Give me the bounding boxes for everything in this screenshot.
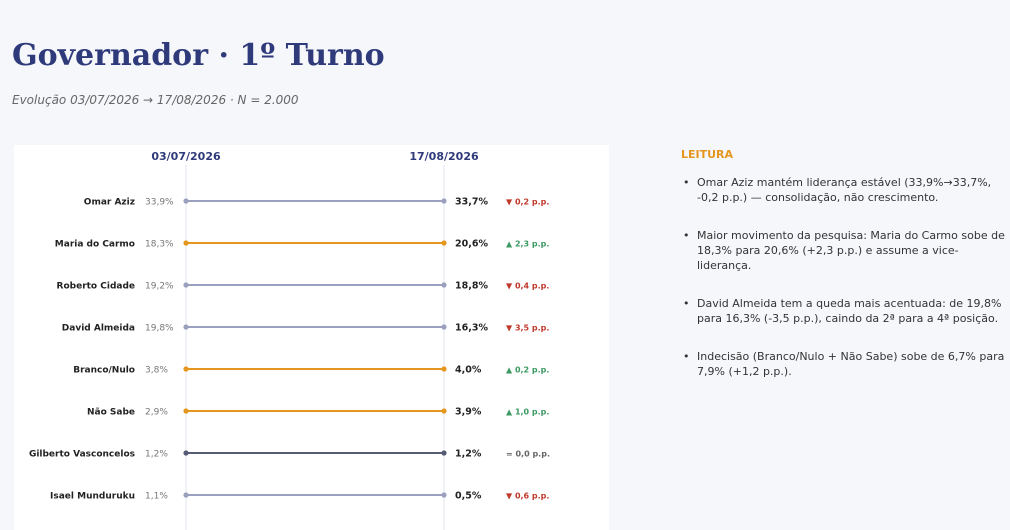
start-value-label: 1,2% [145,450,168,460]
start-point [183,408,189,414]
candidate-label: Maria do Carmo [55,240,135,250]
candidate-label: Branco/Nulo [73,366,135,376]
note-item: Omar Aziz mantém liderança estável (33,9… [681,175,1006,205]
candidate-label: David Almeida [62,324,135,334]
end-point [441,198,447,204]
note-item: Indecisão (Branco/Nulo + Não Sabe) sobe … [681,349,1006,379]
start-point [183,366,189,372]
end-value-label: 1,2% [455,449,482,460]
candidate-label: Roberto Cidade [57,282,135,292]
delta-label: ▼ 3,5 p.p. [506,324,549,333]
start-value-label: 19,8% [145,324,174,334]
end-value-label: 18,8% [455,281,488,292]
end-value-label: 3,9% [455,407,482,418]
end-value-label: 20,6% [455,239,488,250]
delta-label: ▲ 2,3 p.p. [506,240,549,249]
note-item: David Almeida tem a queda mais acentuada… [681,296,1006,326]
candidate-label: Gilberto Vasconcelos [29,450,135,460]
delta-label: ▲ 0,2 p.p. [506,366,549,375]
slope-chart: 03/07/2026 17/08/2026 Omar Aziz 33,9% 33,7% ▼… [29,150,550,530]
start-value-label: 2,9% [145,408,168,418]
delta-label: = 0,0 p.p. [506,450,550,459]
start-point [183,282,189,288]
end-value-label: 0,5% [455,491,482,502]
end-value-label: 33,7% [455,197,488,208]
notes-heading: LEITURA [681,148,734,161]
end-point [441,450,447,456]
start-point [183,492,189,498]
page-subtitle: Evolução 03/07/2026 → 17/08/2026 · N = 2… [12,93,299,107]
start-value-label: 33,9% [145,198,174,208]
end-value-label: 4,0% [455,365,482,376]
delta-label: ▼ 0,4 p.p. [506,282,549,291]
start-point [183,324,189,330]
delta-label: ▲ 1,0 p.p. [506,408,549,417]
end-point [441,240,447,246]
end-value-label: 16,3% [455,323,488,334]
page-title: Governador · 1º Turno [12,38,385,73]
candidate-label: Omar Aziz [84,198,135,208]
end-point [441,408,447,414]
start-value-label: 18,3% [145,240,174,250]
start-point [183,240,189,246]
reading-notes: LEITURA Omar Aziz mantém liderança estáv… [681,148,1006,402]
end-point [441,282,447,288]
notes-list: Omar Aziz mantém liderança estável (33,9… [681,175,1006,379]
end-column-header: 17/08/2026 [409,150,479,163]
start-column-header: 03/07/2026 [151,150,221,163]
delta-label: ▼ 0,6 p.p. [506,492,549,501]
candidate-label: Isael Munduruku [50,492,135,502]
start-value-label: 1,1% [145,492,168,502]
end-point [441,492,447,498]
note-item: Maior movimento da pesquisa: Maria do Ca… [681,228,1006,273]
start-value-label: 19,2% [145,282,174,292]
start-point [183,450,189,456]
delta-label: ▼ 0,2 p.p. [506,198,549,207]
candidate-label: Não Sabe [87,408,135,418]
end-point [441,366,447,372]
start-value-label: 3,8% [145,366,168,376]
end-point [441,324,447,330]
slope-chart-panel: 03/07/2026 17/08/2026 Omar Aziz 33,9% 33,7% ▼… [14,145,609,530]
start-point [183,198,189,204]
